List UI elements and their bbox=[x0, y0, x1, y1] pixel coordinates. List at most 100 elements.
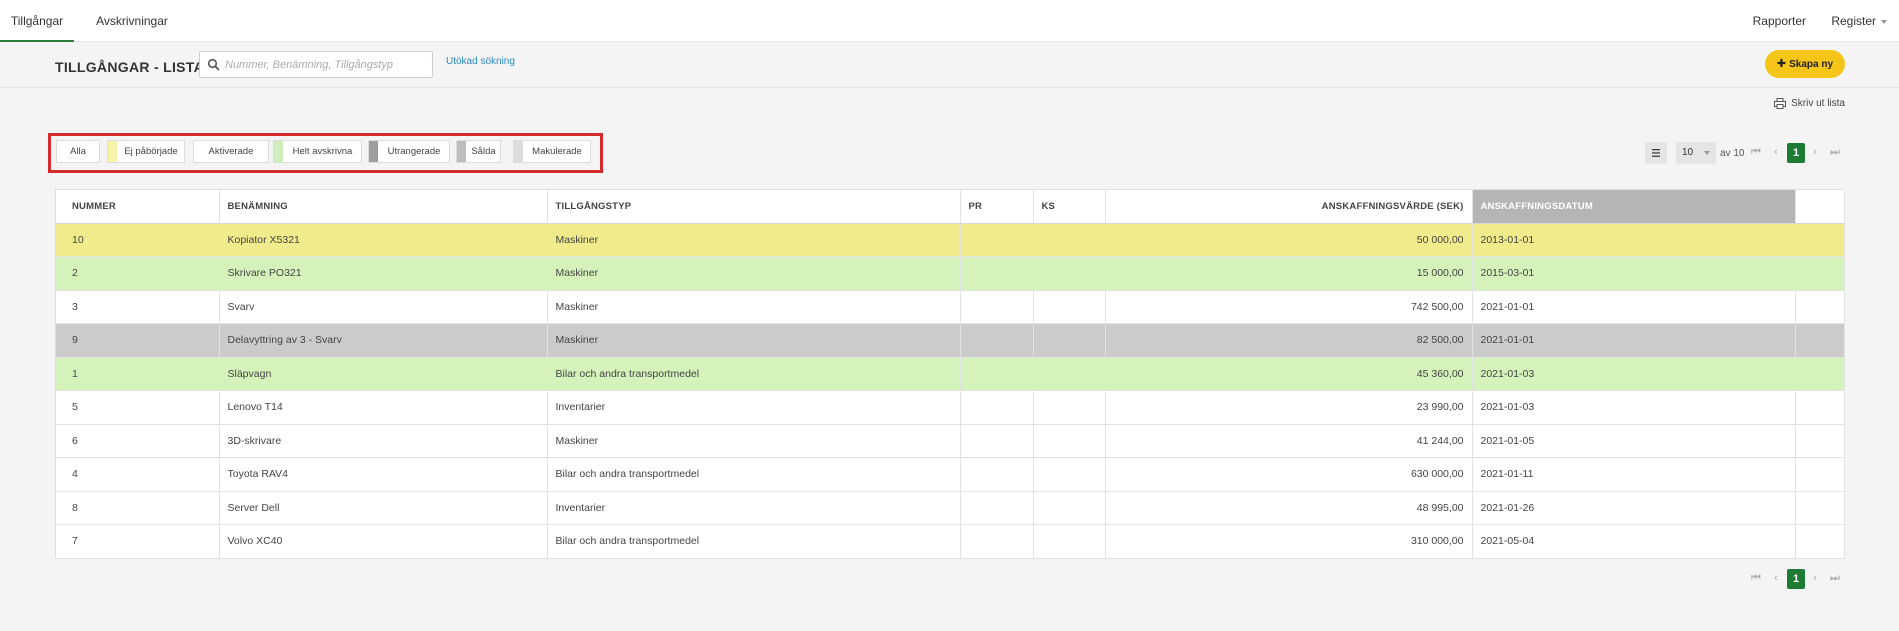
printer-icon bbox=[1774, 98, 1787, 109]
top-nav: Tillgångar Avskrivningar Rapporter Regis… bbox=[0, 0, 1899, 42]
table-cell bbox=[1795, 323, 1845, 358]
table-row[interactable]: 6 3D-skrivare Maskiner 41 244,00 2021-01-05 bbox=[56, 424, 1845, 458]
column-header-sorted[interactable]: ANSKAFFNINGSDATUM bbox=[1472, 190, 1796, 224]
table-cell bbox=[1033, 491, 1106, 525]
search-box[interactable] bbox=[199, 51, 433, 78]
table-cell: 2015-03-01 bbox=[1472, 256, 1796, 291]
table-cell bbox=[960, 524, 1034, 559]
filter-makulerade[interactable]: Makulerade bbox=[513, 140, 591, 163]
filter-aktiverade[interactable]: Aktiverade bbox=[193, 140, 269, 163]
table-cell: 2021-01-03 bbox=[1472, 390, 1796, 425]
table-cell bbox=[1795, 357, 1845, 391]
table-cell: 5 bbox=[56, 390, 220, 425]
print-list-button[interactable]: Skriv ut lista bbox=[1774, 98, 1845, 109]
table-cell: Maskiner bbox=[547, 223, 961, 257]
table-cell bbox=[1795, 390, 1845, 425]
search-icon bbox=[207, 58, 220, 71]
filter-label: Aktiverade bbox=[208, 146, 254, 157]
table-cell: Maskiner bbox=[547, 256, 961, 291]
table-row[interactable]: 10 Kopiator X5321 Maskiner 50 000,00 2013-01… bbox=[56, 223, 1845, 257]
table-cell bbox=[1033, 524, 1106, 559]
column-header[interactable]: ANSKAFFNINGSVÄRDE (SEK) bbox=[1105, 190, 1473, 224]
advanced-search-link[interactable]: Utökad sökning bbox=[446, 56, 515, 67]
filter-ej-paborjade[interactable]: Ej påbörjade bbox=[107, 140, 185, 163]
next-page-icon[interactable]: › bbox=[1809, 146, 1821, 158]
table-row[interactable]: 5 Lenovo T14 Inventarier 23 990,00 2021-01-0… bbox=[56, 390, 1845, 425]
table-cell: Släpvagn bbox=[219, 357, 548, 391]
table-cell: 8 bbox=[56, 491, 220, 525]
page-header: TILLGÅNGAR - LISTA Utökad sökning ✚Skapa… bbox=[0, 42, 1899, 88]
register-label: Register bbox=[1831, 14, 1876, 28]
tab-tillgangar[interactable]: Tillgångar bbox=[0, 0, 74, 42]
table-row[interactable]: 4 Toyota RAV4 Bilar och andra transportmed… bbox=[56, 457, 1845, 492]
table-cell: 2021-01-11 bbox=[1472, 457, 1796, 492]
table-cell: 48 995,00 bbox=[1105, 491, 1473, 525]
last-page-icon[interactable]: ⏭ bbox=[1829, 572, 1841, 585]
table-row[interactable]: 8 Server Dell Inventarier 48 995,00 2021-01-… bbox=[56, 491, 1845, 525]
column-header[interactable]: BENÄMNING bbox=[219, 190, 548, 224]
first-page-icon[interactable]: ⏮ bbox=[1750, 146, 1762, 159]
status-swatch bbox=[514, 141, 523, 162]
search-input[interactable] bbox=[225, 55, 425, 74]
current-page-button[interactable]: 1 bbox=[1787, 569, 1805, 589]
table-cell: Inventarier bbox=[547, 491, 961, 525]
filter-helt-avskrivna[interactable]: Helt avskrivna bbox=[273, 140, 362, 163]
next-page-icon[interactable]: › bbox=[1809, 572, 1821, 584]
filter-utrangerade[interactable]: Utrangerade bbox=[368, 140, 450, 163]
table-cell: 6 bbox=[56, 424, 220, 458]
column-header[interactable]: NUMMER bbox=[56, 190, 220, 224]
filter-label: Alla bbox=[70, 146, 86, 157]
table-cell bbox=[1795, 290, 1845, 324]
table-cell bbox=[1795, 223, 1845, 257]
table-row[interactable]: 9 Delavyttring av 3 - Svarv Maskiner 82 500… bbox=[56, 323, 1845, 358]
chevron-down-icon bbox=[1704, 151, 1710, 155]
create-new-button[interactable]: ✚ Skapa ny bbox=[1765, 50, 1845, 78]
column-header[interactable]: TILLGÅNGSTYP bbox=[547, 190, 961, 224]
page-count-text: av 10 bbox=[1720, 148, 1745, 159]
table-cell: 10 bbox=[56, 223, 220, 257]
print-list-label: Skriv ut lista bbox=[1791, 98, 1845, 110]
tab-avskrivningar[interactable]: Avskrivningar bbox=[90, 0, 174, 42]
filter-alla[interactable]: Alla bbox=[56, 140, 100, 163]
table-cell bbox=[1033, 256, 1106, 291]
table-cell: 4 bbox=[56, 457, 220, 492]
filter-salda[interactable]: Sålda bbox=[456, 140, 501, 163]
table-cell: Bilar och andra transportmedel bbox=[547, 357, 961, 391]
last-page-icon[interactable]: ⏭ bbox=[1829, 146, 1841, 159]
table-row[interactable]: 2 Skrivare PO321 Maskiner 15 000,00 2015-03-… bbox=[56, 256, 1845, 291]
table-cell: 742 500,00 bbox=[1105, 290, 1473, 324]
first-page-icon[interactable]: ⏮ bbox=[1750, 572, 1762, 585]
filter-label: Helt avskrivna bbox=[292, 146, 353, 157]
table-cell: Maskiner bbox=[547, 290, 961, 324]
table-cell: 7 bbox=[56, 524, 220, 559]
table-row[interactable]: 1 Släpvagn Bilar och andra transportmedel 4… bbox=[56, 357, 1845, 391]
table-row[interactable]: 7 Volvo XC40 Bilar och andra transportmede… bbox=[56, 524, 1845, 559]
table-cell: 310 000,00 bbox=[1105, 524, 1473, 559]
table-cell bbox=[960, 457, 1034, 492]
table-row[interactable]: 3 Svarv Maskiner 742 500,00 2021-01-01 bbox=[56, 290, 1845, 324]
table-cell bbox=[960, 357, 1034, 391]
rapporter-menu[interactable]: Rapporter bbox=[1753, 0, 1806, 42]
table-cell bbox=[960, 491, 1034, 525]
table-cell: 2013-01-01 bbox=[1472, 223, 1796, 257]
list-view-button[interactable] bbox=[1645, 142, 1667, 164]
table-cell: Bilar och andra transportmedel bbox=[547, 524, 961, 559]
table-cell bbox=[1033, 223, 1106, 257]
table-cell bbox=[960, 223, 1034, 257]
table-cell: Lenovo T14 bbox=[219, 390, 548, 425]
table-cell: 2021-01-05 bbox=[1472, 424, 1796, 458]
column-header[interactable]: KS bbox=[1033, 190, 1106, 224]
register-menu[interactable]: Register bbox=[1831, 0, 1887, 42]
per-page-value: 10 bbox=[1682, 147, 1694, 158]
table-cell: Bilar och andra transportmedel bbox=[547, 457, 961, 492]
assets-table: NUMMER BENÄMNING TILLGÅNGSTYP PR KS ANSK… bbox=[55, 189, 1845, 559]
table-cell: Toyota RAV4 bbox=[219, 457, 548, 492]
table-cell bbox=[1033, 290, 1106, 324]
current-page-button[interactable]: 1 bbox=[1787, 143, 1805, 163]
prev-page-icon[interactable]: ‹ bbox=[1770, 572, 1782, 584]
table-cell bbox=[1795, 424, 1845, 458]
per-page-select[interactable]: 10 bbox=[1676, 142, 1716, 164]
column-header[interactable]: PR bbox=[960, 190, 1034, 224]
table-cell: Inventarier bbox=[547, 390, 961, 425]
prev-page-icon[interactable]: ‹ bbox=[1770, 146, 1782, 158]
